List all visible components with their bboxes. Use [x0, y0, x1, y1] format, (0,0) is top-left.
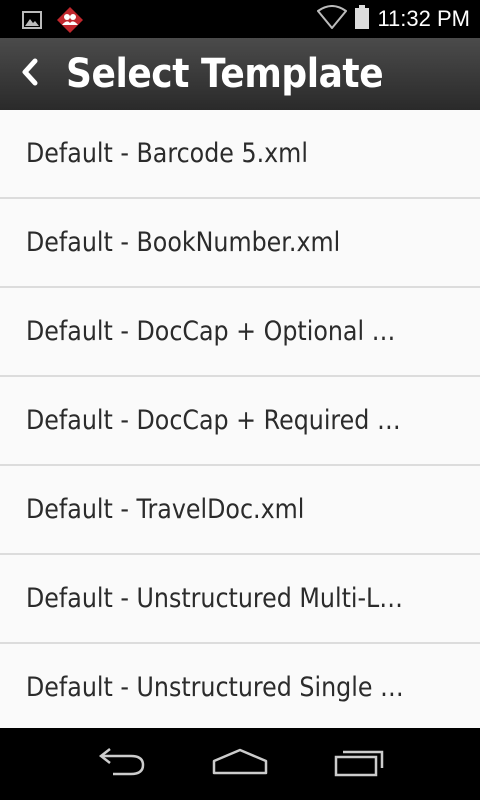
template-item-label: Default - Unstructured Multi-Line.... [26, 583, 405, 614]
template-item[interactable]: Default - DocCap + Required Barc... [0, 377, 480, 466]
template-item[interactable]: Default - TravelDoc.xml [0, 466, 480, 555]
home-nav-icon [211, 747, 269, 782]
template-item[interactable]: Default - Unstructured Single Line... [0, 644, 480, 728]
nav-home-button[interactable] [200, 734, 280, 794]
template-list: Default - Barcode 5.xml Default - BookNu… [0, 110, 480, 728]
template-item[interactable]: Default - Unstructured Multi-Line.... [0, 555, 480, 644]
app-bar: Select Template [0, 38, 480, 110]
template-item[interactable]: Default - Barcode 5.xml [0, 110, 480, 199]
nav-recent-button[interactable] [320, 734, 400, 794]
image-notification-icon [22, 11, 42, 34]
page-title: Select Template [66, 51, 384, 97]
chevron-left-icon [19, 57, 41, 92]
template-item[interactable]: Default - BookNumber.xml [0, 199, 480, 288]
battery-icon [355, 4, 370, 34]
template-item[interactable]: Default - DocCap + Optional Barco... [0, 288, 480, 377]
template-item-label: Default - TravelDoc.xml [26, 494, 305, 525]
recent-apps-icon [333, 746, 387, 783]
template-item-label: Default - Unstructured Single Line... [26, 672, 404, 703]
template-item-label: Default - Barcode 5.xml [26, 138, 308, 169]
template-item-label: Default - DocCap + Optional Barco... [26, 316, 404, 347]
template-item-label: Default - BookNumber.xml [26, 227, 341, 258]
status-bar: 11:32 PM [0, 0, 480, 38]
status-clock: 11:32 PM [377, 6, 470, 31]
wifi-icon [316, 4, 348, 34]
nav-back-button[interactable] [80, 734, 160, 794]
back-button[interactable] [0, 38, 60, 110]
template-item-label: Default - DocCap + Required Barc... [26, 405, 404, 436]
app-notification-icon [56, 6, 84, 39]
navigation-bar [0, 728, 480, 800]
back-nav-icon [93, 747, 147, 782]
